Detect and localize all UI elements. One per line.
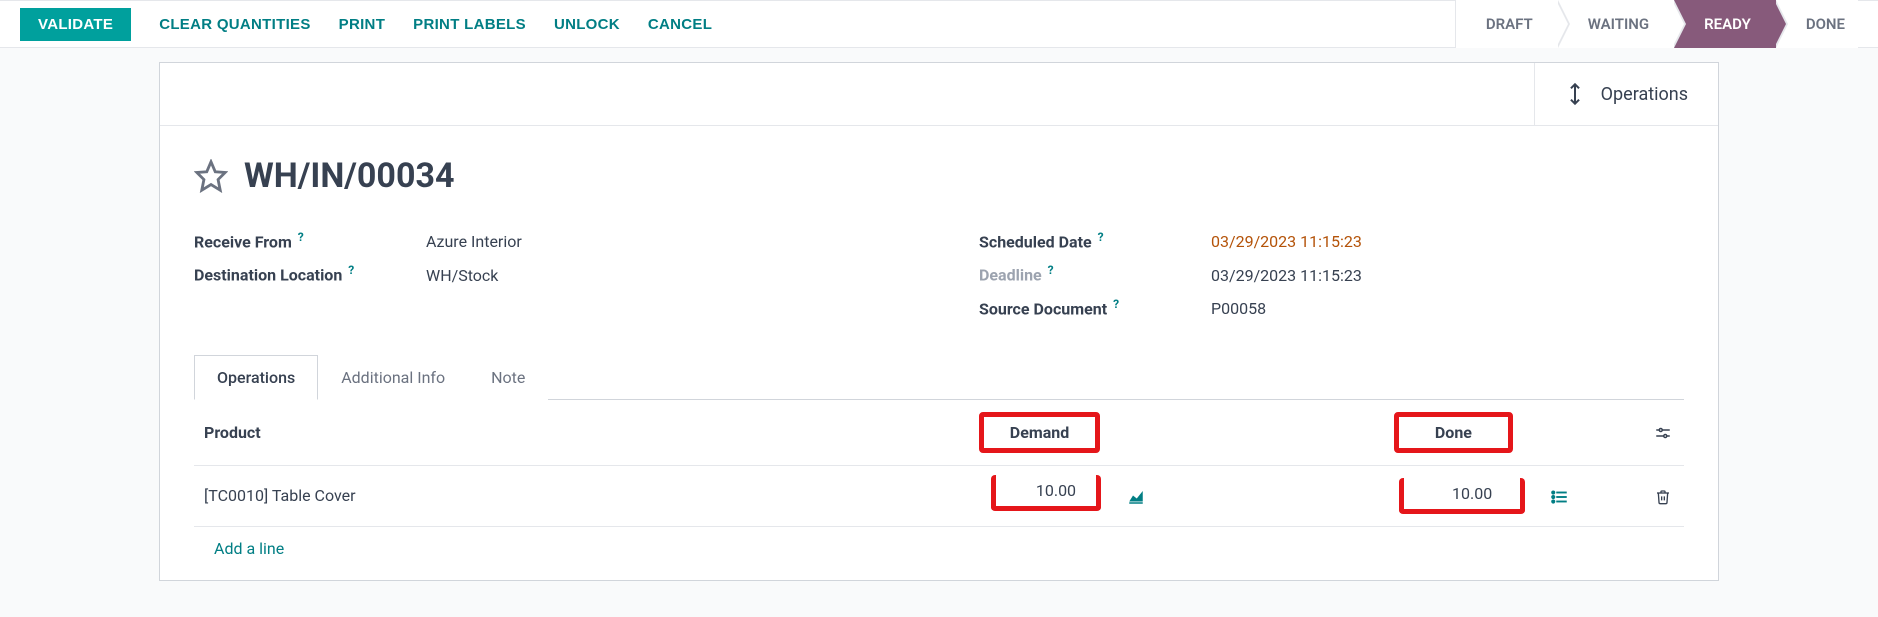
col-product[interactable]: Product: [194, 400, 969, 466]
destination-label: Destination Location ?: [194, 263, 414, 284]
status-ready[interactable]: READY: [1674, 0, 1776, 48]
status-draft[interactable]: DRAFT: [1456, 0, 1558, 48]
form-sheet: Operations WH/IN/00034 Receive From: [159, 62, 1719, 581]
document-title: WH/IN/00034: [244, 156, 454, 196]
right-fields: Scheduled Date ? 03/29/2023 11:15:23 Dea…: [979, 224, 1684, 324]
sheet-body: WH/IN/00034 Receive From ? Azure Interio…: [160, 126, 1718, 580]
cell-product[interactable]: [TC0010] Table Cover: [194, 465, 969, 526]
print-button[interactable]: PRINT: [339, 16, 386, 33]
validate-button[interactable]: VALIDATE: [20, 8, 131, 41]
operations-table: Product Demand Done: [194, 400, 1684, 570]
deadline-value: 03/29/2023 11:15:23: [1211, 266, 1362, 285]
help-icon[interactable]: ?: [348, 263, 354, 277]
help-icon[interactable]: ?: [1113, 297, 1119, 311]
source-doc-label: Source Document ?: [979, 297, 1199, 318]
source-doc-value[interactable]: P00058: [1211, 299, 1266, 318]
chart-area-icon: [1127, 486, 1145, 505]
sheet-header: Operations: [160, 63, 1718, 126]
col-done[interactable]: Done: [1384, 400, 1539, 466]
tab-additional-info[interactable]: Additional Info: [318, 355, 468, 400]
updown-arrow-icon: [1565, 81, 1585, 107]
cancel-button[interactable]: CANCEL: [648, 16, 712, 33]
field-receive-from: Receive From ? Azure Interior: [194, 224, 899, 257]
receive-from-value[interactable]: Azure Interior: [426, 232, 522, 251]
status-done[interactable]: DONE: [1776, 0, 1858, 48]
col-demand[interactable]: Demand: [969, 400, 1115, 466]
tab-operations[interactable]: Operations: [194, 355, 318, 400]
clear-quantities-button[interactable]: CLEAR QUANTITIES: [159, 16, 310, 33]
detail-button[interactable]: [1539, 465, 1580, 526]
star-icon[interactable]: [194, 159, 228, 193]
receive-from-label: Receive From ?: [194, 230, 414, 251]
status-bar: DRAFT WAITING READY DONE: [1455, 0, 1858, 48]
field-deadline: Deadline ? 03/29/2023 11:15:23: [979, 257, 1684, 290]
title-row: WH/IN/00034: [194, 156, 1684, 196]
help-icon[interactable]: ?: [298, 230, 304, 244]
add-line-button[interactable]: Add a line: [204, 527, 294, 570]
operations-stat-button[interactable]: Operations: [1534, 63, 1718, 125]
field-source-doc: Source Document ? P00058: [979, 291, 1684, 324]
left-fields: Receive From ? Azure Interior Destinatio…: [194, 224, 899, 324]
fields-grid: Receive From ? Azure Interior Destinatio…: [194, 224, 1684, 324]
tabs: Operations Additional Info Note: [194, 354, 1684, 400]
deadline-label: Deadline ?: [979, 263, 1199, 284]
forecast-button[interactable]: [1115, 465, 1156, 526]
cell-demand[interactable]: 10.00: [969, 465, 1115, 526]
col-forecast-icon: [1115, 400, 1156, 466]
settings-icon: [1654, 423, 1672, 442]
content: Operations WH/IN/00034 Receive From: [59, 62, 1819, 581]
col-settings[interactable]: [1643, 400, 1684, 466]
operations-stat-label: Operations: [1601, 84, 1688, 105]
delete-row-button[interactable]: [1643, 465, 1684, 526]
table-row[interactable]: [TC0010] Table Cover 10.00: [194, 465, 1684, 526]
print-labels-button[interactable]: PRINT LABELS: [413, 16, 526, 33]
status-waiting[interactable]: WAITING: [1558, 0, 1674, 48]
unlock-button[interactable]: UNLOCK: [554, 16, 620, 33]
field-scheduled: Scheduled Date ? 03/29/2023 11:15:23: [979, 224, 1684, 257]
scheduled-value[interactable]: 03/29/2023 11:15:23: [1211, 232, 1362, 251]
col-detail-icon: [1539, 400, 1580, 466]
field-destination: Destination Location ? WH/Stock: [194, 257, 899, 290]
help-icon[interactable]: ?: [1048, 263, 1054, 277]
add-line-row: Add a line: [194, 526, 1684, 570]
trash-icon: [1655, 486, 1671, 505]
list-icon: [1551, 486, 1569, 505]
tab-note[interactable]: Note: [468, 355, 548, 400]
destination-value[interactable]: WH/Stock: [426, 266, 498, 285]
action-bar: VALIDATE CLEAR QUANTITIES PRINT PRINT LA…: [0, 0, 1878, 48]
cell-done[interactable]: 10.00: [1384, 465, 1539, 526]
left-actions: VALIDATE CLEAR QUANTITIES PRINT PRINT LA…: [20, 8, 712, 41]
help-icon[interactable]: ?: [1098, 230, 1104, 244]
scheduled-label: Scheduled Date ?: [979, 230, 1199, 251]
